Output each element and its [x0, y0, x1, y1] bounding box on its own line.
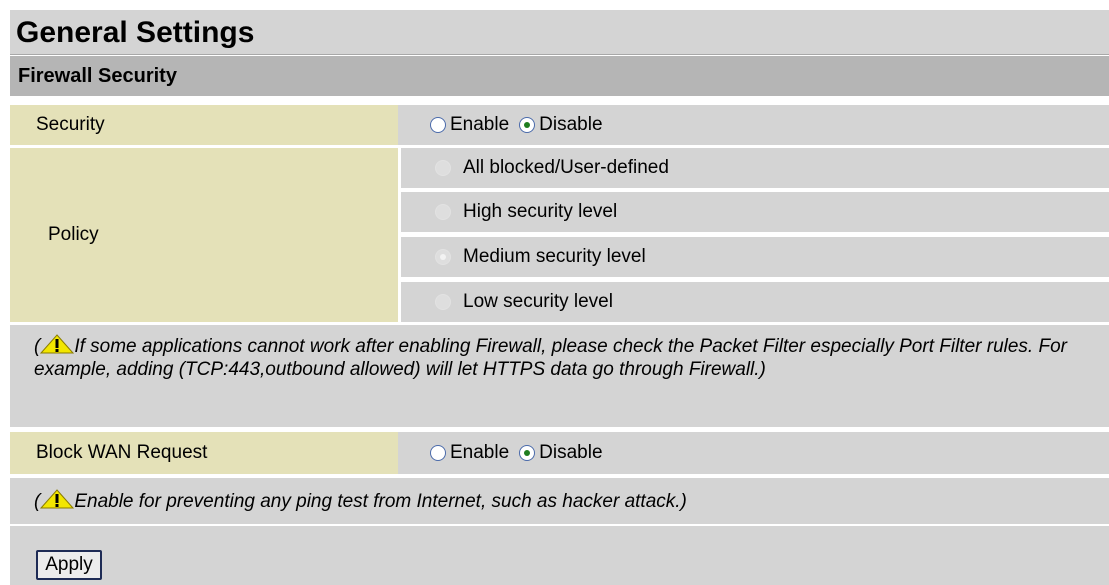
policy-option-high[interactable]: High security level	[401, 192, 1109, 232]
block-wan-disable-label[interactable]: Disable	[539, 442, 602, 464]
section-header: Firewall Security	[10, 56, 1109, 96]
wan-note: ( Enable for preventing any ping test fr…	[10, 478, 1109, 524]
security-disable-radio[interactable]	[519, 117, 536, 133]
block-wan-disable-radio[interactable]	[519, 445, 536, 461]
policy-low-label: Low security level	[463, 291, 613, 312]
security-row: Security Enable Disable	[10, 105, 1109, 145]
block-wan-enable-label[interactable]: Enable	[450, 442, 509, 464]
policy-high-label: High security level	[463, 201, 618, 222]
block-wan-enable-radio[interactable]	[430, 445, 446, 461]
apply-button[interactable]: Apply	[36, 550, 102, 580]
security-label: Security	[10, 105, 398, 145]
apply-area: Apply	[10, 526, 1109, 585]
policy-option-medium[interactable]: Medium security level	[401, 237, 1109, 277]
policy-medium-label: Medium security level	[463, 246, 646, 267]
firewall-note-text: If some applications cannot work after e…	[34, 336, 1067, 380]
policy-low-radio[interactable]	[435, 294, 451, 310]
security-options: Enable Disable	[398, 105, 1109, 145]
policy-all-blocked-radio[interactable]	[435, 160, 451, 176]
block-wan-options: Enable Disable	[398, 432, 1109, 474]
policy-high-radio[interactable]	[435, 204, 451, 220]
wan-note-text: Enable for preventing any ping test from…	[74, 491, 687, 512]
page-title: General Settings	[10, 10, 1109, 55]
firewall-note: ( If some applications cannot work after…	[10, 325, 1109, 427]
block-wan-label: Block WAN Request	[10, 432, 398, 474]
security-enable-radio[interactable]	[430, 117, 446, 133]
policy-option-all-blocked[interactable]: All blocked/User-defined	[401, 148, 1109, 188]
warning-icon	[40, 489, 75, 509]
security-disable-label[interactable]: Disable	[539, 114, 602, 136]
policy-all-blocked-label: All blocked/User-defined	[463, 157, 669, 178]
warning-icon	[40, 334, 75, 354]
security-enable-label[interactable]: Enable	[450, 114, 509, 136]
settings-page: General Settings Firewall Security Secur…	[0, 0, 1109, 585]
block-wan-row: Block WAN Request Enable Disable	[10, 432, 1109, 474]
policy-option-low[interactable]: Low security level	[401, 282, 1109, 322]
policy-medium-radio[interactable]	[435, 249, 451, 265]
policy-label: Policy	[10, 148, 398, 322]
